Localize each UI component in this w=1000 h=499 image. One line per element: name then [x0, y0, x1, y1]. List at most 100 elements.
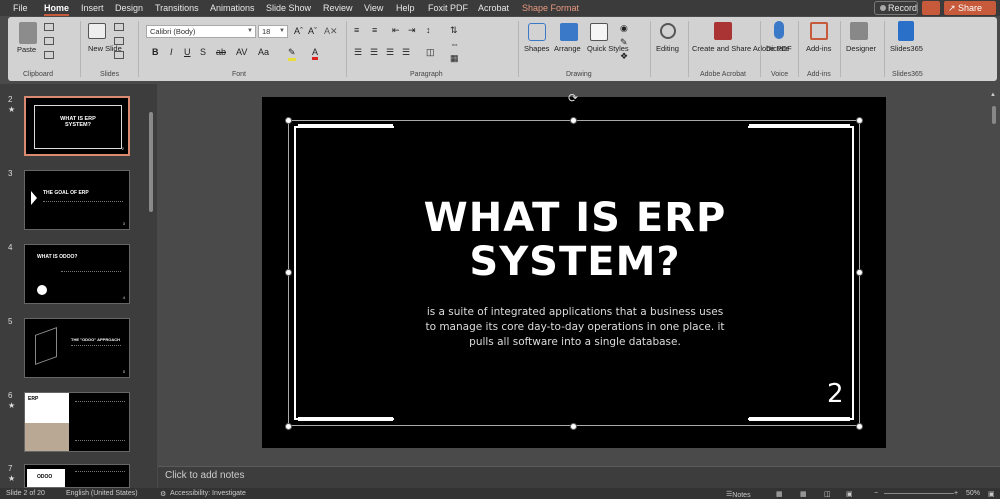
decrease-indent-icon[interactable]: ⇤: [392, 25, 400, 36]
grow-font-icon[interactable]: Aˆ: [294, 26, 303, 36]
arrange-button[interactable]: Arrange: [554, 44, 581, 53]
slide-body-text[interactable]: is a suite of integrated applications th…: [420, 305, 730, 350]
slideshow-icon[interactable]: ▣: [846, 490, 853, 498]
dictate-button[interactable]: Dictate: [766, 44, 789, 53]
add-ins-button[interactable]: Add-ins: [806, 44, 831, 53]
slides365-icon[interactable]: [898, 21, 914, 41]
resize-handle[interactable]: [856, 117, 863, 124]
shape-fill-icon[interactable]: ◉: [620, 23, 628, 34]
reset-icon[interactable]: [114, 37, 124, 45]
slide-thumbnail-2[interactable]: WHAT IS ERP SYSTEM? 2: [24, 96, 130, 156]
shape-outline-icon[interactable]: ✎: [620, 37, 628, 48]
tab-view[interactable]: View: [364, 3, 383, 13]
reading-view-icon[interactable]: ◫: [824, 490, 831, 498]
shapes-button[interactable]: Shapes: [524, 44, 549, 53]
slide-thumbnail-7[interactable]: ODOO: [24, 464, 130, 488]
paste-icon[interactable]: [19, 22, 37, 44]
editor-scrollbar[interactable]: ▲: [989, 92, 999, 462]
accessibility-status[interactable]: Accessibility: Investigate: [170, 490, 246, 497]
justify-icon[interactable]: ☰: [402, 47, 410, 58]
new-slide-icon[interactable]: [88, 23, 106, 39]
resize-handle[interactable]: [285, 423, 292, 430]
microphone-icon[interactable]: [774, 21, 784, 39]
slide-thumbnail-5[interactable]: THE "ODOO" APPROACH 5: [24, 318, 130, 378]
quick-styles-icon[interactable]: [590, 23, 608, 41]
slide-title[interactable]: WHAT IS ERP SYSTEM?: [380, 196, 770, 284]
line-spacing-icon[interactable]: ↕: [426, 25, 431, 35]
increase-indent-icon[interactable]: ⇥: [408, 25, 416, 36]
rotate-handle-icon[interactable]: ⟳: [568, 91, 578, 105]
fit-to-window-icon[interactable]: ▣: [988, 490, 995, 498]
italic-icon[interactable]: I: [170, 47, 173, 57]
zoom-level[interactable]: 50%: [966, 490, 980, 497]
tab-review[interactable]: Review: [323, 3, 353, 13]
cut-icon[interactable]: [44, 23, 54, 31]
arrange-icon[interactable]: [560, 23, 578, 41]
tab-file[interactable]: File: [13, 3, 28, 13]
clear-format-icon[interactable]: A✕: [324, 26, 338, 37]
thumbnail-scrollbar[interactable]: [147, 86, 155, 486]
slide-thumbnail-6[interactable]: ERP: [24, 392, 130, 452]
tab-transitions[interactable]: Transitions: [155, 3, 199, 13]
adobe-pdf-icon[interactable]: [714, 22, 732, 40]
align-left-icon[interactable]: ☰: [354, 47, 362, 58]
scrollbar-thumb[interactable]: [149, 112, 153, 212]
resize-handle[interactable]: [856, 269, 863, 276]
tab-home[interactable]: Home: [44, 3, 70, 16]
new-slide-button[interactable]: New Slide: [88, 44, 122, 53]
shapes-icon[interactable]: [528, 23, 546, 41]
slide-thumbnail-4[interactable]: WHAT IS ODOO? 4: [24, 244, 130, 304]
resize-handle[interactable]: [856, 423, 863, 430]
align-center-icon[interactable]: ☰: [370, 47, 378, 58]
format-painter-icon[interactable]: [44, 51, 54, 59]
record-button[interactable]: Record: [874, 1, 918, 15]
tab-foxit-pdf[interactable]: Foxit PDF: [428, 3, 468, 13]
text-direction-icon[interactable]: ⇅: [450, 25, 458, 36]
resize-handle[interactable]: [285, 269, 292, 276]
designer-button[interactable]: Designer: [846, 44, 876, 53]
tab-animations[interactable]: Animations: [210, 3, 255, 13]
slide-sorter-icon[interactable]: ▦: [800, 490, 807, 498]
columns-icon[interactable]: ◫: [426, 47, 435, 58]
tab-shape-format[interactable]: Shape Format: [522, 3, 579, 13]
shrink-font-icon[interactable]: Aˇ: [308, 26, 317, 36]
designer-icon[interactable]: [850, 22, 868, 40]
editing-button[interactable]: Editing: [656, 44, 679, 53]
align-text-icon[interactable]: ⇔: [450, 39, 459, 49]
slides365-button[interactable]: Slides365: [890, 44, 923, 53]
underline-icon[interactable]: U: [184, 47, 191, 57]
slide-thumbnail-3[interactable]: THE GOAL OF ERP 3: [24, 170, 130, 230]
shadow-icon[interactable]: S: [200, 47, 206, 57]
font-size-select[interactable]: 18 ▼: [258, 25, 288, 38]
align-right-icon[interactable]: ☰: [386, 47, 394, 58]
share-button[interactable]: ↗ Share: [944, 1, 996, 15]
resize-handle[interactable]: [570, 423, 577, 430]
zoom-in-icon[interactable]: +: [954, 490, 958, 497]
comments-button[interactable]: [922, 1, 940, 15]
shape-effects-icon[interactable]: ❖: [620, 51, 628, 62]
highlight-icon[interactable]: ✎: [288, 47, 296, 61]
zoom-out-icon[interactable]: −: [874, 490, 878, 497]
normal-view-icon[interactable]: ▦: [776, 490, 783, 498]
notes-toggle[interactable]: ☰ Notes: [726, 490, 751, 499]
tab-help[interactable]: Help: [396, 3, 415, 13]
language-status[interactable]: English (United States): [66, 490, 138, 497]
tab-insert[interactable]: Insert: [81, 3, 104, 13]
bullets-icon[interactable]: ≡: [354, 25, 359, 35]
quick-styles-button[interactable]: Quick Styles: [587, 44, 629, 53]
spacing-icon[interactable]: AV: [236, 47, 247, 57]
scroll-up-icon[interactable]: ▲: [990, 92, 996, 98]
font-color-icon[interactable]: A: [312, 47, 319, 60]
smartart-icon[interactable]: ▦: [450, 53, 459, 64]
change-case-icon[interactable]: Aa: [258, 47, 269, 57]
strikethrough-icon[interactable]: ab: [216, 47, 226, 57]
notes-pane[interactable]: Click to add notes: [158, 466, 1000, 488]
resize-handle[interactable]: [570, 117, 577, 124]
resize-handle[interactable]: [285, 117, 292, 124]
add-ins-icon[interactable]: [810, 22, 828, 40]
tab-design[interactable]: Design: [115, 3, 143, 13]
numbering-icon[interactable]: ≡: [372, 25, 377, 35]
paste-button[interactable]: Paste: [17, 45, 36, 54]
bold-icon[interactable]: B: [152, 47, 159, 57]
search-icon[interactable]: [660, 23, 676, 39]
